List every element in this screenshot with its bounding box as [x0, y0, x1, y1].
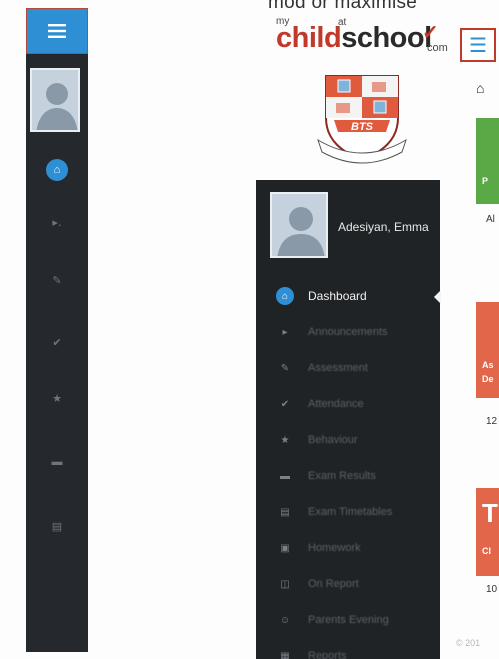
document-icon: ◫: [280, 578, 290, 590]
profile-avatar[interactable]: [270, 192, 328, 258]
sidebar-item-label: Attendance: [308, 398, 364, 410]
people-icon: ☺: [279, 614, 291, 626]
expanded-sidebar: Adesiyan, Emma ⌂ Dashboard ▸ Announcemen…: [256, 180, 441, 659]
sidebar-item-label: Exam Timetables: [308, 506, 393, 518]
sidebar-item-label: Reports: [308, 650, 347, 659]
crest-banner-text: BTS: [351, 121, 374, 133]
thumbs-icon: ★: [280, 434, 290, 446]
rail-exam-results[interactable]: ▬: [26, 440, 88, 484]
dashboard-card-green[interactable]: P: [476, 118, 499, 204]
sidebar-item-label: Exam Results: [308, 470, 376, 482]
sidebar-item-behaviour[interactable]: ★ Behaviour: [256, 422, 440, 458]
rail-announcements[interactable]: ▸․: [26, 200, 88, 244]
dashboard-card-assessment[interactable]: As De: [476, 302, 499, 398]
sidebar-toggle-button[interactable]: [26, 8, 88, 54]
sidebar-item-label: Homework: [308, 542, 361, 554]
pencil-icon: ✎: [280, 362, 290, 374]
card-title: P: [482, 176, 489, 186]
mychildatschool-logo[interactable]: my at childschool ✓ com: [276, 16, 456, 60]
sidebar-item-reports[interactable]: ▦ Reports: [256, 638, 440, 659]
card-subtext: Al: [486, 214, 495, 225]
home-icon: ⌂: [46, 159, 68, 181]
hamburger-icon: [48, 24, 66, 38]
person-silhouette-icon: [272, 194, 326, 256]
sidebar-item-exam-results[interactable]: ▬ Exam Results: [256, 458, 440, 494]
calendar-icon: ▤: [51, 520, 63, 533]
avatar[interactable]: [30, 68, 80, 132]
sidebar-item-assessment[interactable]: ✎ Assessment: [256, 350, 440, 386]
copyright-fragment: © 201: [456, 638, 481, 648]
rail-attendance[interactable]: ✔: [26, 320, 88, 364]
card-title: Cl: [482, 546, 491, 556]
sidebar-item-homework[interactable]: ▣ Homework: [256, 530, 440, 566]
person-silhouette-icon: [32, 70, 78, 130]
logo-com: com: [427, 42, 448, 54]
rail-dashboard[interactable]: ⌂: [26, 148, 88, 192]
rail-assessment[interactable]: ✎: [26, 258, 88, 302]
folder-icon: ▣: [280, 542, 290, 554]
sidebar-item-attendance[interactable]: ✔ Attendance: [256, 386, 440, 422]
logo-wordmark: childschool: [276, 22, 432, 55]
sidebar-item-label: Announcements: [308, 326, 388, 338]
card-title-line-1: As: [482, 360, 494, 370]
thumbs-icon: ★: [52, 392, 62, 405]
sidebar-item-label: Behaviour: [308, 434, 358, 446]
card-count: 12: [486, 416, 498, 427]
sidebar-item-announcements[interactable]: ▸ Announcements: [256, 314, 440, 350]
breadcrumb-home-icon[interactable]: ⌂: [476, 80, 484, 96]
card-count: 10: [486, 584, 498, 595]
logo-ild: ild: [308, 22, 342, 54]
page-heading-fragment: mod or maximise: [268, 0, 418, 13]
rail-behaviour[interactable]: ★: [26, 376, 88, 420]
bullhorn-icon: ▸․: [52, 216, 62, 229]
card-glyph: T: [482, 498, 498, 528]
mortarboard-icon: ▬: [280, 470, 290, 482]
profile-name: Adesiyan, Emma: [338, 220, 429, 234]
report-icon: ▦: [280, 650, 290, 659]
logo-school: school: [341, 22, 432, 54]
sidebar-item-label: Assessment: [308, 362, 368, 374]
collapsed-sidebar: ⌂ ▸․ ✎ ✔ ★ ▬ ▤: [26, 8, 88, 652]
sidebar-item-label: Dashboard: [308, 289, 367, 303]
rail-icon-list: ⌂ ▸․ ✎ ✔ ★ ▬ ▤: [26, 148, 88, 548]
sidebar-item-exam-timetables[interactable]: ▤ Exam Timetables: [256, 494, 440, 530]
sidebar-item-label: Parents Evening: [308, 614, 389, 626]
check-icon: ✔: [52, 336, 62, 349]
logo-ch: ch: [276, 22, 309, 54]
sidebar-item-label: On Report: [308, 578, 359, 590]
card-title-line-2: De: [482, 374, 494, 384]
dashboard-card-timetable[interactable]: T Cl: [476, 488, 499, 576]
sidebar-item-on-report[interactable]: ◫ On Report: [256, 566, 440, 602]
sidebar-nav: ⌂ Dashboard ▸ Announcements ✎ Assessment…: [256, 278, 441, 659]
phone-screenshot: ⌂ ▸․ ✎ ✔ ★ ▬ ▤ mod or maximise my at chi…: [0, 0, 499, 659]
pencil-icon: ✎: [52, 274, 62, 287]
check-icon: ✔: [280, 398, 290, 410]
home-icon: ⌂: [276, 287, 294, 305]
main-menu-button[interactable]: ☰: [460, 28, 496, 62]
school-crest-logo: BTS: [312, 70, 412, 170]
calendar-icon: ▤: [280, 506, 290, 518]
sidebar-item-parents-evening[interactable]: ☺ Parents Evening: [256, 602, 440, 638]
bullhorn-icon: ▸: [282, 326, 288, 338]
sidebar-item-dashboard[interactable]: ⌂ Dashboard: [256, 278, 441, 314]
mortarboard-icon: ▬: [51, 456, 63, 468]
hamburger-icon: ☰: [469, 34, 487, 57]
rail-exam-timetables[interactable]: ▤: [26, 504, 88, 548]
